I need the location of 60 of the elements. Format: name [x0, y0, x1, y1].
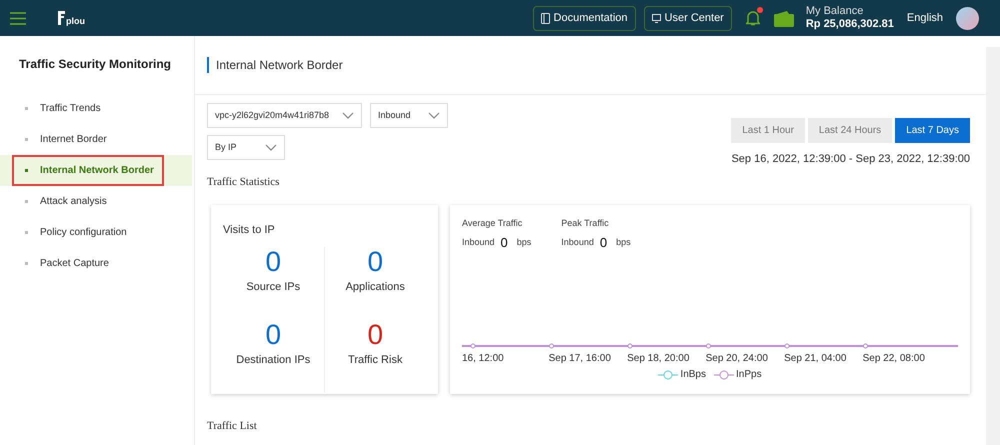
wallet-icon[interactable] — [774, 10, 794, 26]
chevron-down-icon — [342, 112, 354, 120]
logo-text: plou — [66, 17, 85, 26]
axis-label: Sep 21, 04:00 — [783, 352, 848, 366]
sidebar-item[interactable]: Attack analysis — [0, 186, 192, 217]
stat-value: 0 — [367, 247, 384, 277]
metric-unit: bps — [616, 236, 631, 249]
legend-label[interactable]: InBps — [680, 367, 706, 382]
sidebar-item[interactable]: Traffic Trends — [0, 93, 192, 124]
chevron-down-icon — [428, 112, 440, 120]
legend-label[interactable]: InPps — [736, 367, 762, 382]
legend-marker-icon[interactable] — [714, 370, 734, 380]
legend-marker-icon[interactable] — [658, 370, 678, 380]
metric-title: Average Traffic — [462, 217, 524, 230]
axis-label: Sep 18, 20:00 — [626, 352, 690, 366]
stat-value: 0 — [367, 320, 384, 350]
filter-select[interactable]: vpc-y2l62gvi20m4w41ri87b8 — [207, 103, 362, 128]
sidebar-item[interactable]: Internal Network Border — [0, 155, 192, 186]
sidebar-item[interactable]: Packet Capture — [0, 248, 192, 279]
avatar[interactable] — [956, 6, 979, 30]
section-title: Traffic Statistics — [206, 174, 280, 190]
balance-value: Rp 25,086,302.81 — [806, 18, 894, 31]
sidebar-item[interactable]: Policy configuration — [0, 217, 192, 248]
metric-title: Peak Traffic — [561, 217, 610, 230]
axis-label: Sep 22, 08:00 — [862, 352, 926, 366]
monitor-icon — [652, 14, 661, 22]
axis-label: 16, 12:00 — [462, 352, 505, 366]
time-range-tab[interactable]: Last 7 Days — [895, 118, 970, 143]
chevron-down-icon — [265, 144, 277, 152]
documentation-button[interactable]: Documentation — [532, 6, 636, 30]
time-range-tab[interactable]: Last 1 Hour — [731, 118, 805, 143]
axis-label: Sep 17, 16:00 — [548, 352, 612, 366]
logo-icon — [56, 10, 66, 26]
date-range: Sep 16, 2022, 12:39:00 - Sep 23, 2022, 12:39:00 — [731, 152, 970, 167]
stat-label: Traffic Risk — [348, 353, 402, 368]
stat-value: 0 — [265, 247, 282, 277]
card-title: Visits to IP — [223, 224, 275, 236]
metric-unit: bps — [516, 236, 532, 249]
page-title: Internal Network Border — [216, 57, 343, 74]
metric-value: 0 — [600, 234, 608, 252]
user-center-button[interactable]: User Center — [644, 6, 732, 30]
stat-label: Destination IPs — [236, 353, 310, 368]
bell-icon[interactable] — [746, 10, 760, 26]
section-title: Traffic List — [206, 419, 258, 434]
metric-value: 0 — [500, 234, 508, 252]
stat-label: Source IPs — [246, 280, 300, 295]
menu-icon[interactable] — [10, 12, 26, 24]
stat-label: Applications — [346, 280, 405, 295]
metric-direction: Inbound — [462, 236, 495, 248]
sidebar-title: Traffic Security Monitoring — [18, 56, 172, 73]
time-range-tab[interactable]: Last 24 Hours — [808, 118, 892, 143]
book-icon — [540, 12, 550, 24]
balance-label: My Balance — [806, 5, 864, 18]
metric-direction: Inbound — [561, 236, 594, 248]
language-selector[interactable]: English — [906, 10, 943, 26]
axis-label: Sep 20, 24:00 — [704, 352, 769, 366]
sidebar-item[interactable]: Internet Border — [0, 124, 192, 155]
filter-select[interactable]: By IP — [207, 135, 285, 160]
filter-select[interactable]: Inbound — [370, 103, 448, 128]
stat-value: 0 — [265, 320, 282, 350]
